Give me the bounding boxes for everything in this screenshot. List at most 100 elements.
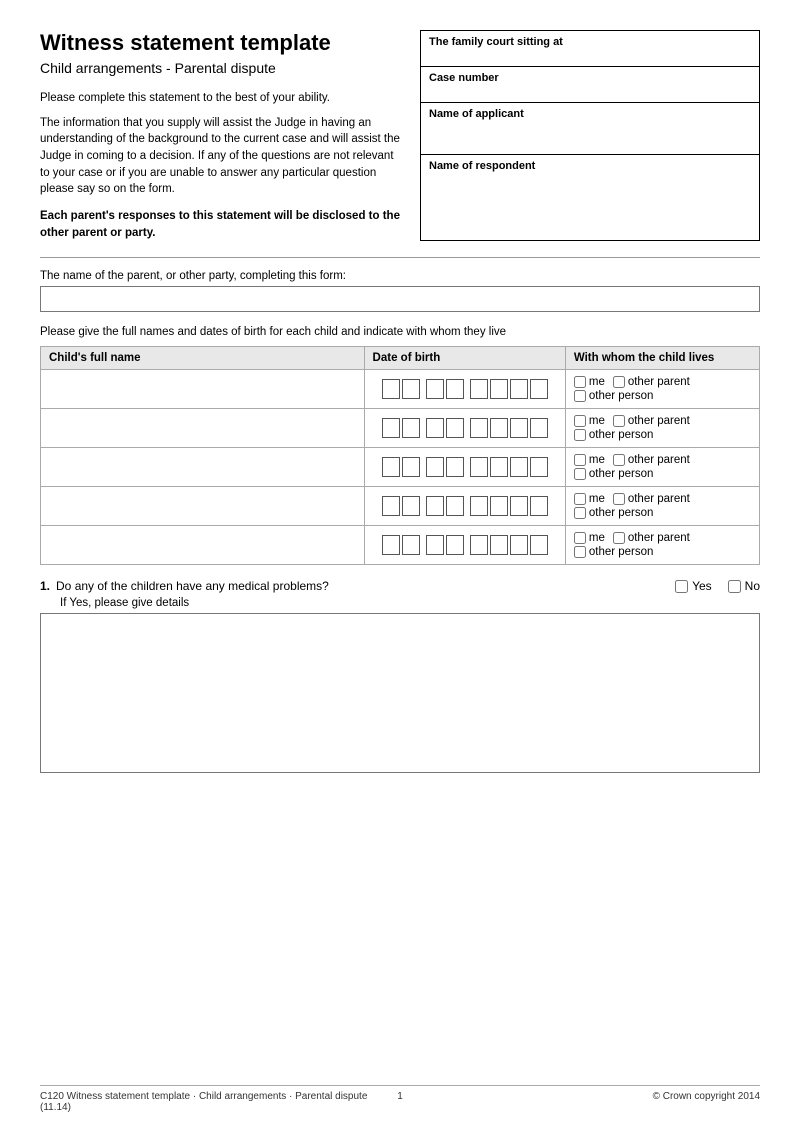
child-name-input-2[interactable] [49, 422, 356, 434]
other-parent-checkbox-4[interactable] [613, 493, 625, 505]
date-box[interactable] [490, 379, 508, 399]
date-box[interactable] [470, 457, 488, 477]
checkbox-row1: me other parent [574, 415, 751, 427]
date-box[interactable] [426, 535, 444, 555]
other-person-checkbox-1[interactable] [574, 390, 586, 402]
child-name-cell [41, 409, 365, 448]
date-box[interactable] [382, 379, 400, 399]
other-person-label: other person [589, 390, 654, 402]
date-box[interactable] [426, 496, 444, 516]
child-name-cell [41, 487, 365, 526]
header-left: Witness statement template Child arrange… [40, 30, 400, 241]
date-box[interactable] [490, 457, 508, 477]
date-box[interactable] [470, 379, 488, 399]
checkbox-row2: other person [574, 429, 751, 441]
date-box[interactable] [510, 496, 528, 516]
date-box[interactable] [446, 379, 464, 399]
no-checkbox[interactable] [728, 580, 741, 593]
other-person-label: other person [589, 546, 654, 558]
bold-notice: Each parent's responses to this statemen… [40, 208, 400, 241]
date-box[interactable] [510, 418, 528, 438]
date-box[interactable] [382, 496, 400, 516]
lives-with-cell: me other parent other person [565, 370, 759, 409]
other-parent-checkbox-1[interactable] [613, 376, 625, 388]
child-name-input-1[interactable] [49, 383, 356, 395]
question-1-section: 1. Do any of the children have any medic… [40, 579, 760, 776]
date-box[interactable] [382, 535, 400, 555]
date-box[interactable] [426, 418, 444, 438]
date-box[interactable] [382, 457, 400, 477]
other-person-checkbox-item-3: other person [574, 468, 654, 480]
me-checkbox-4[interactable] [574, 493, 586, 505]
children-table-intro: Please give the full names and dates of … [40, 326, 760, 338]
other-person-checkbox-item-1: other person [574, 390, 654, 402]
me-checkbox-item-4: me [574, 493, 605, 505]
date-box[interactable] [470, 418, 488, 438]
other-parent-checkbox-3[interactable] [613, 454, 625, 466]
other-parent-label: other parent [628, 376, 690, 388]
completing-party-input[interactable] [40, 286, 760, 312]
other-parent-label: other parent [628, 532, 690, 544]
date-box[interactable] [530, 418, 548, 438]
date-box[interactable] [426, 457, 444, 477]
intro-text-2: The information that you supply will ass… [40, 115, 400, 198]
date-box[interactable] [510, 457, 528, 477]
me-checkbox-item-3: me [574, 454, 605, 466]
date-box[interactable] [490, 496, 508, 516]
q1-checkboxes: Yes No [675, 579, 760, 593]
other-parent-checkbox-2[interactable] [613, 415, 625, 427]
date-box[interactable] [402, 457, 420, 477]
other-person-label: other person [589, 468, 654, 480]
other-person-checkbox-2[interactable] [574, 429, 586, 441]
child-name-input-3[interactable] [49, 461, 356, 473]
other-parent-checkbox-5[interactable] [613, 532, 625, 544]
date-box[interactable] [470, 535, 488, 555]
date-box[interactable] [530, 379, 548, 399]
footer: C120 Witness statement template · Child … [40, 1085, 760, 1113]
date-box[interactable] [402, 496, 420, 516]
me-checkbox-1[interactable] [574, 376, 586, 388]
date-box[interactable] [530, 457, 548, 477]
q1-text: Do any of the children have any medical … [56, 579, 635, 593]
date-box[interactable] [402, 418, 420, 438]
me-checkbox-5[interactable] [574, 532, 586, 544]
date-box[interactable] [402, 535, 420, 555]
yes-label: Yes [692, 579, 712, 593]
me-checkbox-2[interactable] [574, 415, 586, 427]
me-checkbox-3[interactable] [574, 454, 586, 466]
date-box[interactable] [382, 418, 400, 438]
me-checkbox-item-2: me [574, 415, 605, 427]
lives-with-cell: me other parent other person [565, 409, 759, 448]
date-box[interactable] [490, 418, 508, 438]
date-box[interactable] [446, 496, 464, 516]
date-box[interactable] [426, 379, 444, 399]
table-row: me other parent other person [41, 409, 760, 448]
respondent-name-label: Name of respondent [429, 160, 751, 172]
child-name-cell [41, 448, 365, 487]
date-box[interactable] [490, 535, 508, 555]
other-person-checkbox-5[interactable] [574, 546, 586, 558]
date-box[interactable] [446, 457, 464, 477]
other-parent-checkbox-item-4: other parent [613, 493, 690, 505]
date-box[interactable] [446, 535, 464, 555]
yes-checkbox[interactable] [675, 580, 688, 593]
other-person-checkbox-4[interactable] [574, 507, 586, 519]
date-box[interactable] [510, 379, 528, 399]
date-box[interactable] [402, 379, 420, 399]
date-box[interactable] [470, 496, 488, 516]
date-box[interactable] [530, 496, 548, 516]
date-box[interactable] [446, 418, 464, 438]
me-checkbox-item-5: me [574, 532, 605, 544]
date-box[interactable] [530, 535, 548, 555]
table-row: me other parent other person [41, 370, 760, 409]
table-row: me other parent other person [41, 526, 760, 565]
lives-with-cell: me other parent other person [565, 448, 759, 487]
medical-details-textarea[interactable] [40, 613, 760, 773]
checkbox-row1: me other parent [574, 532, 751, 544]
yes-option: Yes [675, 579, 712, 593]
other-person-checkbox-3[interactable] [574, 468, 586, 480]
child-name-input-4[interactable] [49, 500, 356, 512]
dob-cell [364, 526, 565, 565]
child-name-input-5[interactable] [49, 539, 356, 551]
date-box[interactable] [510, 535, 528, 555]
